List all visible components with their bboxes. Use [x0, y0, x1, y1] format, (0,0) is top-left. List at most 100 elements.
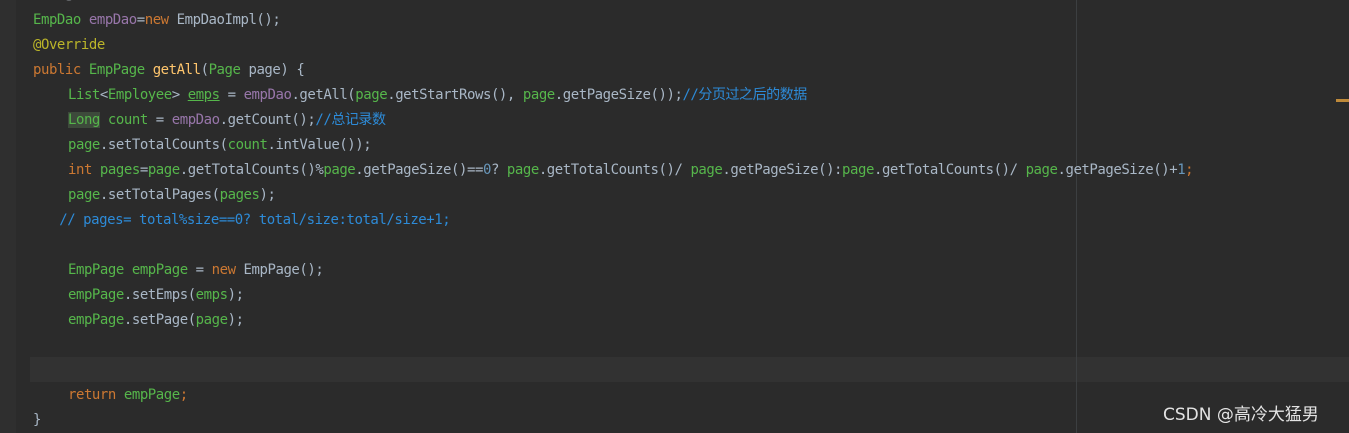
- code-token: new: [144, 12, 169, 28]
- code-token: empPage: [123, 387, 180, 403]
- code-line[interactable]: page.setTotalCounts(count.intValue());: [68, 133, 372, 158]
- code-token: EmpPage: [88, 62, 145, 78]
- code-token: page: [522, 87, 555, 103]
- code-token: Employee: [107, 87, 172, 103]
- code-token: );: [259, 187, 276, 203]
- code-token: page: [355, 87, 388, 103]
- code-token: .setTotalPages(: [99, 187, 220, 203]
- watermark: CSDN @高冷大猛男: [1163, 405, 1319, 425]
- partial-line-fragment: g: [65, 0, 73, 7]
- code-token: EmpPage: [68, 262, 124, 278]
- code-line[interactable]: public EmpPage getAll(Page page) {: [33, 58, 305, 83]
- code-token: .getTotalCounts()/: [873, 162, 1026, 178]
- code-token: emps: [187, 87, 220, 103]
- code-token: page) {: [240, 62, 305, 78]
- code-token: count: [227, 137, 268, 153]
- code-token: =: [139, 162, 148, 178]
- code-token: >: [171, 87, 188, 103]
- code-token: page: [68, 187, 100, 203]
- code-token: ;: [179, 387, 188, 403]
- code-token: .getPageSize():: [722, 162, 843, 178]
- right-margin-guide: [1076, 0, 1077, 433]
- code-token: page: [690, 162, 723, 178]
- code-token: page: [147, 162, 180, 178]
- code-token: 1: [1177, 162, 1186, 178]
- code-token: }: [33, 412, 41, 428]
- code-token: pages: [99, 162, 140, 178]
- code-token: .setPage(: [123, 312, 196, 328]
- code-token: ;: [1185, 162, 1194, 178]
- code-token: page: [68, 137, 100, 153]
- code-token: );: [227, 287, 244, 303]
- gutter: [0, 0, 16, 433]
- code-token: page: [1025, 162, 1058, 178]
- code-token: @Override: [33, 37, 105, 53]
- scrollbar-warning-marker[interactable]: [1336, 99, 1349, 102]
- code-token: page: [506, 162, 539, 178]
- code-token: empDao: [243, 87, 292, 103]
- code-token: //分页过之后的数据: [682, 87, 807, 103]
- code-token: page: [323, 162, 356, 178]
- code-token: Page: [208, 62, 241, 78]
- code-line[interactable]: empPage.setPage(page);: [68, 308, 244, 333]
- code-token: 0: [482, 162, 491, 178]
- code-token: EmpDaoImpl();: [168, 12, 281, 28]
- code-line[interactable]: }: [33, 408, 41, 433]
- code-token: empPage: [131, 262, 188, 278]
- code-token: emps: [195, 287, 228, 303]
- code-token: <: [99, 87, 108, 103]
- code-token: .getTotalCounts()%: [179, 162, 324, 178]
- code-token: public: [33, 62, 81, 78]
- code-line[interactable]: page.setTotalPages(pages);: [68, 183, 276, 208]
- code-token: //总记录数: [315, 112, 386, 128]
- code-line[interactable]: return empPage;: [68, 383, 188, 408]
- code-token: ?: [490, 162, 507, 178]
- code-line[interactable]: // pages= total%size==0? total/size:tota…: [59, 208, 450, 233]
- code-token: page: [842, 162, 874, 178]
- code-token: .intValue());: [267, 137, 372, 153]
- code-editor[interactable]: g EmpDao empDao=new EmpDaoImpl();@Overri…: [0, 0, 1349, 433]
- code-token: .setEmps(: [123, 287, 196, 303]
- code-token: .getPageSize());: [554, 87, 683, 103]
- current-line-highlight: [30, 357, 1349, 382]
- code-token: .setTotalCounts(: [99, 137, 228, 153]
- code-token: .getStartRows(),: [387, 87, 523, 103]
- code-token: page: [195, 312, 228, 328]
- code-token: count: [107, 112, 148, 128]
- code-line[interactable]: List<Employee> emps = empDao.getAll(page…: [68, 83, 807, 108]
- code-line[interactable]: int pages=page.getTotalCounts()%page.get…: [68, 158, 1194, 183]
- code-token: EmpDao: [33, 12, 81, 28]
- code-token: // pages= total%size==0? total/size:tota…: [59, 212, 451, 228]
- code-token: =: [147, 112, 172, 128]
- code-token: empDao: [171, 112, 220, 128]
- code-line[interactable]: empPage.setEmps(emps);: [68, 283, 244, 308]
- code-token: (: [200, 62, 209, 78]
- code-line[interactable]: EmpPage empPage = new EmpPage();: [68, 258, 324, 283]
- code-token: .getCount();: [219, 112, 316, 128]
- code-token: List: [68, 87, 100, 103]
- code-token: );: [227, 312, 244, 328]
- code-token: empDao: [88, 12, 137, 28]
- code-token: getAll: [152, 62, 201, 78]
- code-token: =: [136, 12, 145, 28]
- code-token: return: [68, 387, 116, 403]
- code-token: empPage: [68, 287, 124, 303]
- code-token: .getPageSize()==: [355, 162, 483, 178]
- code-token: .getTotalCounts()/: [538, 162, 691, 178]
- code-line[interactable]: EmpDao empDao=new EmpDaoImpl();: [33, 8, 281, 33]
- code-token: EmpPage();: [235, 262, 324, 278]
- code-line[interactable]: @Override: [33, 33, 105, 58]
- code-token: .getPageSize()+: [1057, 162, 1178, 178]
- code-token: =: [187, 262, 212, 278]
- code-token: new: [211, 262, 236, 278]
- code-token: empPage: [68, 312, 124, 328]
- code-line[interactable]: Long count = empDao.getCount();//总记录数: [68, 108, 386, 133]
- code-token: .getAll(: [291, 87, 356, 103]
